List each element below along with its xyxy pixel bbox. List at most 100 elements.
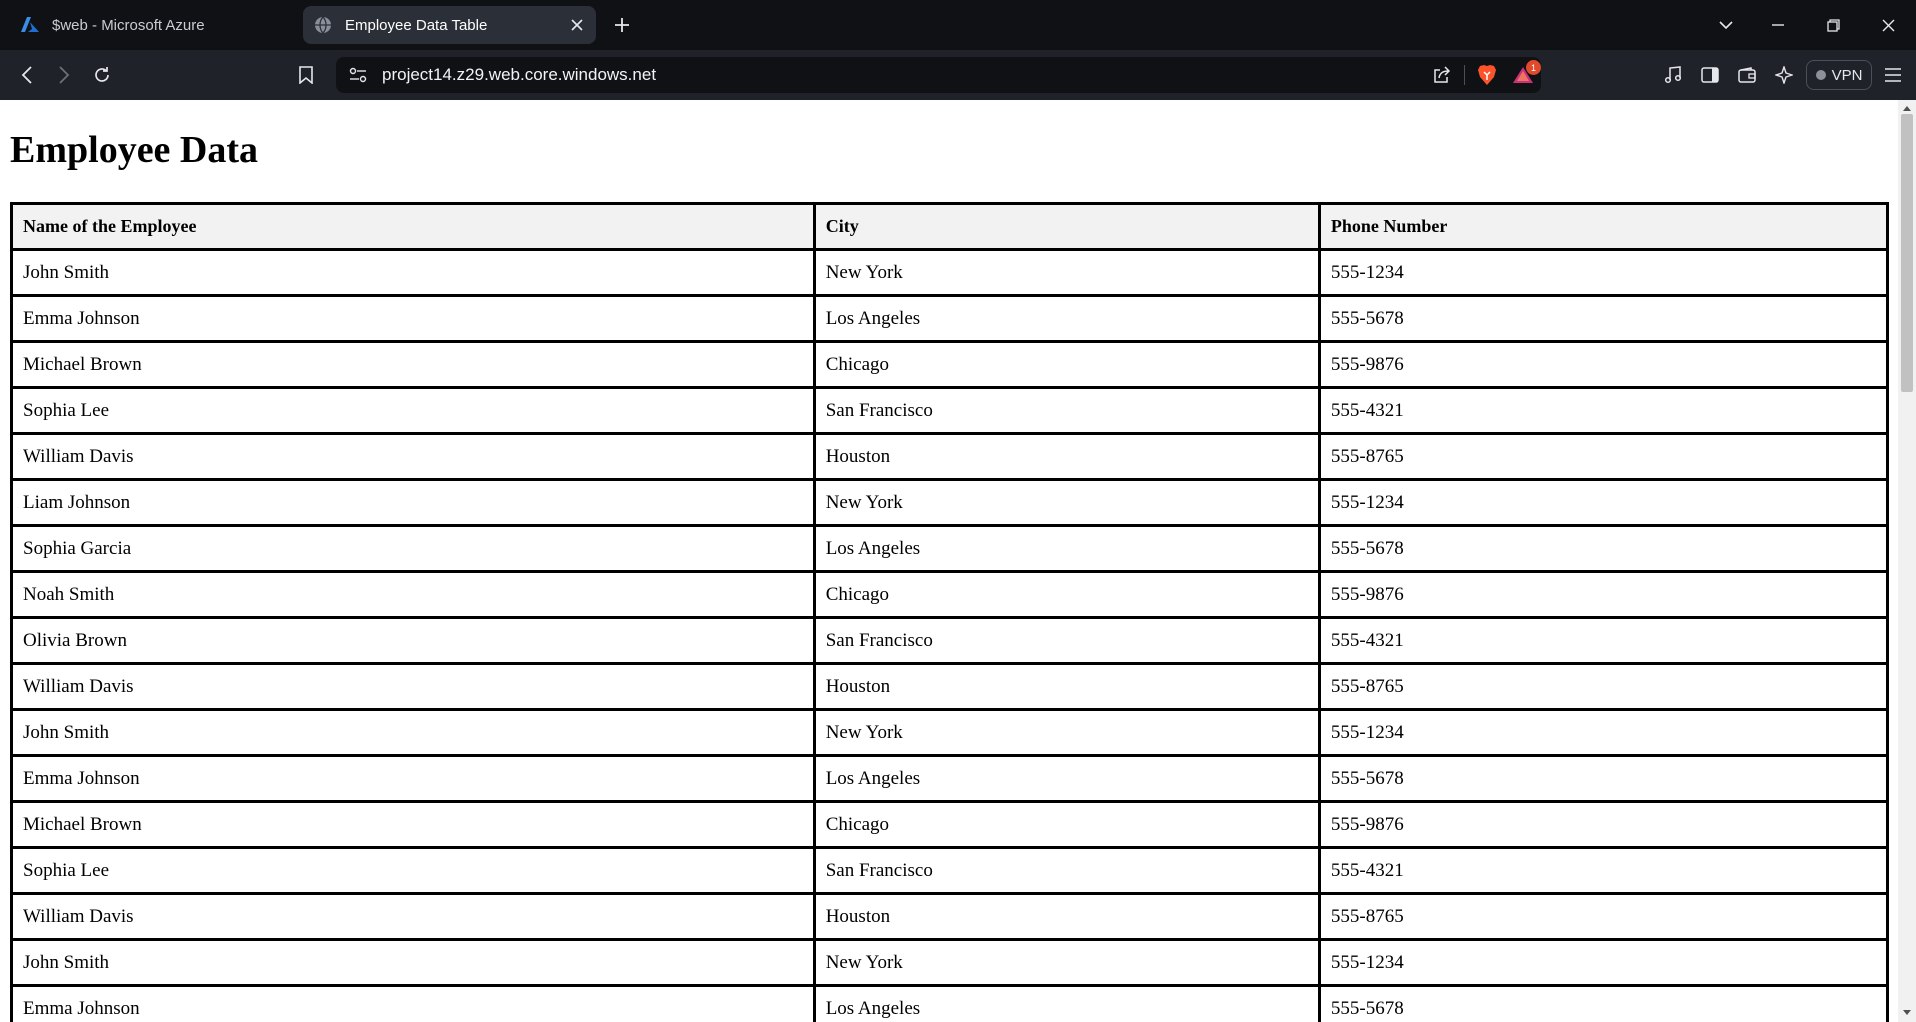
cell-name: John Smith bbox=[10, 708, 816, 757]
table-row: Sophia Lee San Francisco 555-4321 bbox=[10, 386, 1890, 435]
page-viewport: Employee Data Name of the Employee City … bbox=[0, 100, 1898, 1022]
restore-icon[interactable] bbox=[1811, 8, 1855, 42]
cell-city: Houston bbox=[812, 892, 1321, 941]
cell-city: Houston bbox=[812, 662, 1321, 711]
cell-name: William Davis bbox=[10, 432, 816, 481]
table-row: Emma Johnson Los Angeles 555-5678 bbox=[10, 984, 1890, 1022]
forward-arrow-icon[interactable] bbox=[49, 60, 79, 90]
cell-name: Emma Johnson bbox=[10, 984, 816, 1022]
sidebar-icon[interactable] bbox=[1695, 60, 1725, 90]
site-settings-icon[interactable] bbox=[340, 57, 376, 93]
cell-phone: 555-1234 bbox=[1317, 708, 1890, 757]
close-window-icon[interactable] bbox=[1866, 8, 1910, 42]
cell-city: New York bbox=[812, 708, 1321, 757]
table-row: Noah Smith Chicago 555-9876 bbox=[10, 570, 1890, 619]
cell-city: San Francisco bbox=[812, 616, 1321, 665]
scrollbar-thumb[interactable] bbox=[1901, 114, 1913, 392]
cell-phone: 555-8765 bbox=[1317, 892, 1890, 941]
tab-title: $web - Microsoft Azure bbox=[52, 16, 205, 34]
wallet-icon[interactable] bbox=[1732, 60, 1762, 90]
table-row: Michael Brown Chicago 555-9876 bbox=[10, 340, 1890, 389]
cell-city: New York bbox=[812, 248, 1321, 297]
table-row: Michael Brown Chicago 555-9876 bbox=[10, 800, 1890, 849]
table-row: Liam Johnson New York 555-1234 bbox=[10, 478, 1890, 527]
table-row: William Davis Houston 555-8765 bbox=[10, 432, 1890, 481]
share-icon[interactable] bbox=[1424, 57, 1460, 93]
cell-name: William Davis bbox=[10, 892, 816, 941]
cell-phone: 555-9876 bbox=[1317, 800, 1890, 849]
minimize-icon[interactable] bbox=[1756, 8, 1800, 42]
scroll-down-arrow-icon[interactable] bbox=[1901, 1006, 1913, 1018]
brave-rewards-icon[interactable]: 1 bbox=[1505, 57, 1541, 93]
column-header-city: City bbox=[812, 202, 1321, 251]
table-row: John Smith New York 555-1234 bbox=[10, 248, 1890, 297]
cell-city: Houston bbox=[812, 432, 1321, 481]
cell-name: Olivia Brown bbox=[10, 616, 816, 665]
table-row: William Davis Houston 555-8765 bbox=[10, 892, 1890, 941]
page-title: Employee Data bbox=[10, 129, 259, 171]
cell-phone: 555-9876 bbox=[1317, 570, 1890, 619]
vpn-button[interactable]: VPN bbox=[1806, 60, 1872, 90]
cell-phone: 555-8765 bbox=[1317, 662, 1890, 711]
cell-phone: 555-5678 bbox=[1317, 754, 1890, 803]
cell-name: William Davis bbox=[10, 662, 816, 711]
azure-logo-icon bbox=[20, 15, 40, 35]
column-header-phone: Phone Number bbox=[1317, 202, 1890, 251]
notification-badge: 1 bbox=[1526, 60, 1541, 75]
cell-phone: 555-5678 bbox=[1317, 294, 1890, 343]
table-row: Emma Johnson Los Angeles 555-5678 bbox=[10, 294, 1890, 343]
separator bbox=[1464, 65, 1465, 85]
new-tab-icon[interactable] bbox=[607, 10, 637, 40]
table-row: Emma Johnson Los Angeles 555-5678 bbox=[10, 754, 1890, 803]
cell-city: Los Angeles bbox=[812, 984, 1321, 1022]
cell-phone: 555-1234 bbox=[1317, 938, 1890, 987]
brave-shields-icon[interactable] bbox=[1469, 57, 1505, 93]
vpn-status-icon bbox=[1815, 70, 1826, 80]
table-row: John Smith New York 555-1234 bbox=[10, 938, 1890, 987]
vpn-label: VPN bbox=[1831, 66, 1863, 84]
cell-city: San Francisco bbox=[812, 386, 1321, 435]
cell-phone: 555-5678 bbox=[1317, 984, 1890, 1022]
cell-name: Sophia Lee bbox=[10, 386, 816, 435]
cell-phone: 555-1234 bbox=[1317, 248, 1890, 297]
address-bar[interactable]: project14.z29.web.core.windows.net 1 bbox=[336, 57, 1541, 93]
bookmark-icon[interactable] bbox=[291, 60, 321, 90]
cell-city: Los Angeles bbox=[812, 754, 1321, 803]
back-arrow-icon[interactable] bbox=[12, 60, 42, 90]
tab-strip: $web - Microsoft Azure Employee Data Tab… bbox=[0, 0, 1916, 50]
vertical-scrollbar[interactable] bbox=[1898, 100, 1916, 1022]
table-row: Sophia Garcia Los Angeles 555-5678 bbox=[10, 524, 1890, 573]
menu-hamburger-icon[interactable] bbox=[1878, 60, 1908, 90]
cell-name: John Smith bbox=[10, 248, 816, 297]
cell-name: Sophia Lee bbox=[10, 846, 816, 895]
tab-azure[interactable]: $web - Microsoft Azure bbox=[10, 6, 290, 44]
tab-title: Employee Data Table bbox=[345, 16, 488, 34]
tab-employee-data[interactable]: Employee Data Table bbox=[303, 6, 596, 44]
cell-city: San Francisco bbox=[812, 846, 1321, 895]
globe-icon bbox=[313, 15, 333, 35]
navigation-toolbar: project14.z29.web.core.windows.net 1 VPN bbox=[0, 50, 1916, 100]
cell-name: Liam Johnson bbox=[10, 478, 816, 527]
cell-city: Chicago bbox=[812, 800, 1321, 849]
table-row: Olivia Brown San Francisco 555-4321 bbox=[10, 616, 1890, 665]
table-row: John Smith New York 555-1234 bbox=[10, 708, 1890, 757]
employee-table: Name of the Employee City Phone Number J… bbox=[10, 202, 1890, 1022]
media-music-icon[interactable] bbox=[1658, 60, 1688, 90]
close-tab-icon[interactable] bbox=[562, 10, 592, 40]
cell-city: New York bbox=[812, 478, 1321, 527]
scroll-up-arrow-icon[interactable] bbox=[1901, 102, 1913, 114]
table-row: William Davis Houston 555-8765 bbox=[10, 662, 1890, 711]
cell-city: New York bbox=[812, 938, 1321, 987]
cell-name: Noah Smith bbox=[10, 570, 816, 619]
cell-name: Emma Johnson bbox=[10, 754, 816, 803]
cell-phone: 555-4321 bbox=[1317, 616, 1890, 665]
cell-name: Michael Brown bbox=[10, 800, 816, 849]
leo-ai-icon[interactable] bbox=[1769, 60, 1799, 90]
table-row: Sophia Lee San Francisco 555-4321 bbox=[10, 846, 1890, 895]
reload-icon[interactable] bbox=[87, 60, 117, 90]
cell-city: Chicago bbox=[812, 570, 1321, 619]
cell-phone: 555-4321 bbox=[1317, 386, 1890, 435]
url-text[interactable]: project14.z29.web.core.windows.net bbox=[382, 65, 1424, 85]
tab-search-chevron-down-icon[interactable] bbox=[1704, 8, 1748, 42]
cell-city: Chicago bbox=[812, 340, 1321, 389]
